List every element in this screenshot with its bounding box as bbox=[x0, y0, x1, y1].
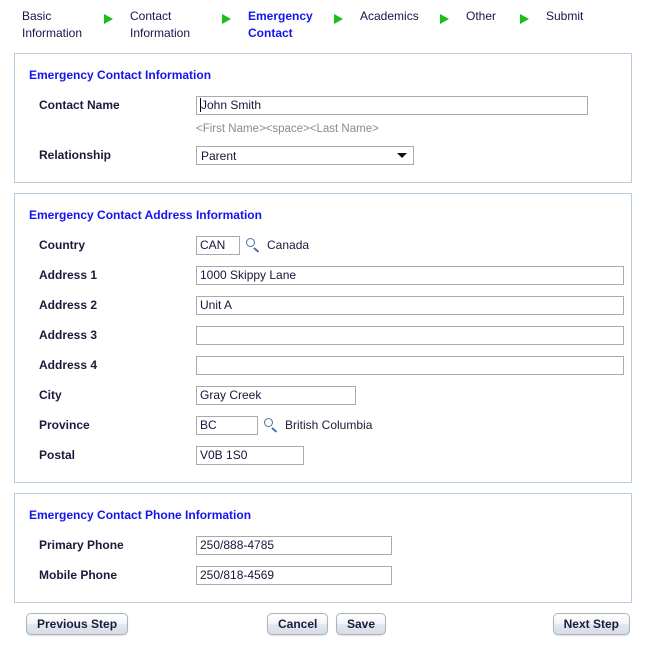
step-link-basic-information[interactable]: Basic Information bbox=[22, 8, 88, 42]
city-input[interactable]: Gray Creek bbox=[196, 385, 356, 405]
row-address1: Address 1 1000 Skippy Lane bbox=[15, 260, 631, 290]
row-country: Country CAN Canada bbox=[15, 230, 631, 260]
label-city: City bbox=[39, 388, 62, 402]
search-icon[interactable] bbox=[245, 237, 261, 253]
label-province: Province bbox=[39, 418, 90, 432]
globe-play-icon bbox=[435, 9, 455, 29]
row-address4: Address 4 bbox=[15, 350, 631, 380]
section-title-contact: Emergency Contact Information bbox=[29, 68, 212, 82]
contact-name-input[interactable]: John Smith bbox=[196, 95, 588, 115]
previous-step-button[interactable]: Previous Step bbox=[26, 613, 129, 635]
label-address2: Address 2 bbox=[39, 298, 98, 312]
row-primary-phone: Primary Phone 250/888-4785 bbox=[15, 530, 631, 560]
step-link-emergency-contact[interactable]: Emergency Contact bbox=[248, 8, 318, 42]
emergency-contact-address-information-panel: Emergency Contact Address Information Co… bbox=[14, 193, 632, 483]
label-relationship: Relationship bbox=[39, 148, 112, 162]
address2-input[interactable]: Unit A bbox=[196, 295, 624, 315]
primary-phone-input[interactable]: 250/888-4785 bbox=[196, 535, 392, 555]
section-title-address: Emergency Contact Address Information bbox=[29, 208, 262, 222]
row-address3: Address 3 bbox=[15, 320, 631, 350]
label-address1: Address 1 bbox=[39, 268, 98, 282]
row-postal: Postal V0B 1S0 bbox=[15, 440, 631, 470]
row-mobile-phone: Mobile Phone 250/818-4569 bbox=[15, 560, 631, 590]
row-city: City Gray Creek bbox=[15, 380, 631, 410]
globe-play-icon bbox=[217, 9, 237, 29]
label-mobile-phone: Mobile Phone bbox=[39, 568, 117, 582]
globe-play-icon bbox=[515, 9, 535, 29]
country-name-text: Canada bbox=[267, 238, 310, 252]
relationship-select[interactable]: Parent bbox=[196, 145, 414, 165]
step-navigation: Basic Information Contact Information Em… bbox=[0, 0, 646, 48]
search-icon[interactable] bbox=[263, 417, 279, 433]
save-button[interactable]: Save bbox=[336, 613, 387, 635]
label-country: Country bbox=[39, 238, 85, 252]
step-link-other[interactable]: Other bbox=[466, 8, 504, 25]
step-link-submit[interactable]: Submit bbox=[546, 8, 602, 25]
globe-play-icon bbox=[329, 9, 349, 29]
next-step-button[interactable]: Next Step bbox=[552, 613, 630, 635]
globe-play-icon bbox=[99, 9, 119, 29]
cancel-button[interactable]: Cancel bbox=[267, 613, 329, 635]
address4-input[interactable] bbox=[196, 355, 624, 375]
label-primary-phone: Primary Phone bbox=[39, 538, 124, 552]
address1-input[interactable]: 1000 Skippy Lane bbox=[196, 265, 624, 285]
province-name-text: British Columbia bbox=[285, 418, 373, 432]
postal-input[interactable]: V0B 1S0 bbox=[196, 445, 304, 465]
step-link-academics[interactable]: Academics bbox=[360, 8, 424, 25]
form-action-bar: Previous Step Cancel Save Next Step bbox=[14, 613, 632, 647]
row-province: Province BC British Columbia bbox=[15, 410, 631, 440]
province-code-input[interactable]: BC bbox=[196, 415, 258, 435]
address3-input[interactable] bbox=[196, 325, 624, 345]
row-address2: Address 2 Unit A bbox=[15, 290, 631, 320]
emergency-contact-information-panel: Emergency Contact Information Contact Na… bbox=[14, 53, 632, 183]
mobile-phone-input[interactable]: 250/818-4569 bbox=[196, 565, 392, 585]
emergency-contact-phone-information-panel: Emergency Contact Phone Information Prim… bbox=[14, 493, 632, 603]
label-postal: Postal bbox=[39, 448, 76, 462]
chevron-down-icon bbox=[397, 152, 407, 158]
relationship-select-value: Parent bbox=[196, 145, 414, 165]
contact-name-value: John Smith bbox=[201, 97, 262, 112]
row-contact-name: Contact Name John Smith bbox=[15, 90, 631, 120]
label-contact-name: Contact Name bbox=[39, 98, 120, 112]
country-code-input[interactable]: CAN bbox=[196, 235, 240, 255]
contact-name-hint: <First Name><space><Last Name> bbox=[196, 123, 379, 135]
label-address4: Address 4 bbox=[39, 358, 98, 372]
label-address3: Address 3 bbox=[39, 328, 98, 342]
section-title-phone: Emergency Contact Phone Information bbox=[29, 508, 252, 522]
step-link-contact-information[interactable]: Contact Information bbox=[130, 8, 206, 42]
row-relationship: Relationship Parent bbox=[15, 140, 631, 170]
